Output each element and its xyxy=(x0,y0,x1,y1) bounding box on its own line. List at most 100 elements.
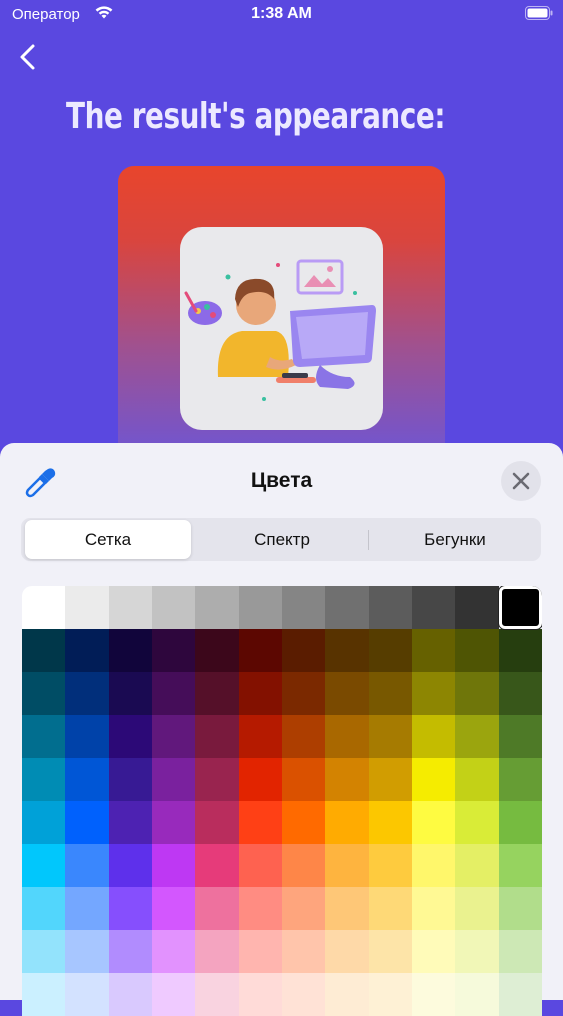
tab-grid[interactable]: Сетка xyxy=(25,520,191,559)
color-swatch[interactable] xyxy=(411,629,456,672)
color-swatch[interactable] xyxy=(108,758,152,801)
color-swatch[interactable] xyxy=(411,586,456,629)
color-swatch[interactable] xyxy=(238,844,282,887)
color-swatch[interactable] xyxy=(151,973,196,1016)
color-swatch[interactable] xyxy=(455,973,499,1016)
color-swatch[interactable] xyxy=(22,801,66,844)
color-swatch[interactable] xyxy=(65,758,109,801)
color-swatch[interactable] xyxy=(368,672,412,715)
color-swatch[interactable] xyxy=(325,586,369,629)
close-button[interactable] xyxy=(501,461,541,501)
color-swatch[interactable] xyxy=(65,672,109,715)
color-swatch[interactable] xyxy=(281,844,326,887)
color-swatch[interactable] xyxy=(455,801,499,844)
color-swatch[interactable] xyxy=(195,715,239,758)
color-swatch[interactable] xyxy=(411,672,456,715)
color-swatch[interactable] xyxy=(368,887,412,930)
color-swatch[interactable] xyxy=(281,672,326,715)
color-swatch[interactable] xyxy=(238,672,282,715)
color-swatch[interactable] xyxy=(22,844,66,887)
color-swatch[interactable] xyxy=(65,586,109,629)
tab-sliders[interactable]: Бегунки xyxy=(369,520,541,559)
color-swatch[interactable] xyxy=(151,801,196,844)
color-swatch[interactable] xyxy=(195,973,239,1016)
color-swatch[interactable] xyxy=(498,973,542,1016)
color-swatch[interactable] xyxy=(65,715,109,758)
color-swatch[interactable] xyxy=(498,672,542,715)
color-swatch[interactable] xyxy=(368,844,412,887)
color-swatch[interactable] xyxy=(411,973,456,1016)
color-swatch[interactable] xyxy=(281,715,326,758)
color-swatch[interactable] xyxy=(195,887,239,930)
color-swatch[interactable] xyxy=(151,715,196,758)
color-swatch[interactable] xyxy=(498,930,542,973)
color-swatch[interactable] xyxy=(411,715,456,758)
color-swatch[interactable] xyxy=(238,801,282,844)
color-swatch[interactable] xyxy=(108,715,152,758)
color-swatch[interactable] xyxy=(281,629,326,672)
color-swatch[interactable] xyxy=(108,930,152,973)
color-swatch[interactable] xyxy=(22,715,66,758)
color-swatch[interactable] xyxy=(108,629,152,672)
color-swatch[interactable] xyxy=(238,715,282,758)
color-swatch[interactable] xyxy=(325,715,369,758)
color-swatch[interactable] xyxy=(238,586,282,629)
color-swatch[interactable] xyxy=(411,801,456,844)
color-swatch[interactable] xyxy=(455,887,499,930)
color-swatch[interactable] xyxy=(325,844,369,887)
color-swatch[interactable] xyxy=(65,973,109,1016)
color-swatch[interactable] xyxy=(108,586,152,629)
color-swatch[interactable] xyxy=(238,629,282,672)
color-swatch[interactable] xyxy=(498,629,542,672)
color-swatch[interactable] xyxy=(108,844,152,887)
color-swatch[interactable] xyxy=(498,586,542,629)
color-swatch[interactable] xyxy=(281,801,326,844)
color-swatch[interactable] xyxy=(195,801,239,844)
color-swatch[interactable] xyxy=(455,930,499,973)
color-swatch[interactable] xyxy=(22,672,66,715)
color-swatch[interactable] xyxy=(151,586,196,629)
color-swatch[interactable] xyxy=(498,887,542,930)
color-swatch[interactable] xyxy=(65,887,109,930)
color-swatch[interactable] xyxy=(411,887,456,930)
color-swatch[interactable] xyxy=(455,758,499,801)
color-swatch[interactable] xyxy=(455,844,499,887)
color-swatch[interactable] xyxy=(151,887,196,930)
color-swatch[interactable] xyxy=(498,758,542,801)
color-swatch[interactable] xyxy=(151,844,196,887)
color-swatch[interactable] xyxy=(281,930,326,973)
color-swatch[interactable] xyxy=(151,758,196,801)
color-swatch[interactable] xyxy=(238,758,282,801)
color-swatch[interactable] xyxy=(65,801,109,844)
color-swatch[interactable] xyxy=(368,629,412,672)
color-swatch[interactable] xyxy=(325,629,369,672)
color-swatch[interactable] xyxy=(108,672,152,715)
color-swatch[interactable] xyxy=(238,887,282,930)
color-swatch[interactable] xyxy=(195,844,239,887)
color-swatch[interactable] xyxy=(108,801,152,844)
color-swatch[interactable] xyxy=(368,801,412,844)
color-swatch[interactable] xyxy=(195,758,239,801)
color-swatch[interactable] xyxy=(368,715,412,758)
color-swatch[interactable] xyxy=(411,758,456,801)
color-swatch[interactable] xyxy=(151,629,196,672)
color-swatch[interactable] xyxy=(151,930,196,973)
color-swatch[interactable] xyxy=(108,973,152,1016)
color-swatch[interactable] xyxy=(455,629,499,672)
color-swatch[interactable] xyxy=(455,586,499,629)
color-swatch[interactable] xyxy=(65,844,109,887)
color-swatch[interactable] xyxy=(22,758,66,801)
color-swatch[interactable] xyxy=(22,973,66,1016)
color-swatch[interactable] xyxy=(238,973,282,1016)
color-swatch[interactable] xyxy=(411,844,456,887)
color-swatch[interactable] xyxy=(455,715,499,758)
color-swatch[interactable] xyxy=(238,930,282,973)
color-swatch[interactable] xyxy=(498,844,542,887)
color-swatch[interactable] xyxy=(65,629,109,672)
color-swatch[interactable] xyxy=(22,629,66,672)
color-swatch[interactable] xyxy=(325,801,369,844)
color-swatch[interactable] xyxy=(195,629,239,672)
color-swatch[interactable] xyxy=(22,930,66,973)
color-swatch[interactable] xyxy=(368,758,412,801)
color-swatch[interactable] xyxy=(411,930,456,973)
